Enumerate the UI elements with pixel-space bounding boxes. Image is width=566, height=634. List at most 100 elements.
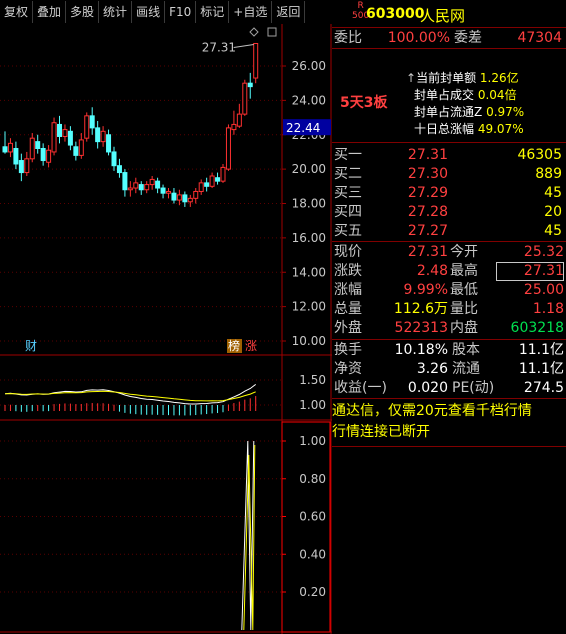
fund-label: 净资 [334,361,362,377]
osc-axis-label: 0.40 [299,547,326,561]
candle-body [29,137,35,160]
toolbar-button-1[interactable]: 叠加 [33,1,67,23]
price-axis-label: 24.00 [292,93,326,107]
candle-body [225,127,231,170]
toolbar-button-8[interactable]: 返回 [272,1,306,23]
order-book-row[interactable]: 买三 27.29 45 [332,184,566,203]
weibi-row: 委比 100.00% 委差 47304 [332,29,566,48]
kline-chart[interactable]: 26.0024.0022.0020.0018.0016.0014.0012.00… [0,24,332,634]
upgrade-notice[interactable]: 通达信，仅需20元查看千档行情 [332,401,566,422]
candle-body [51,122,57,153]
board-stat-value: 1.26亿 [479,71,519,85]
quote-row: 总量 112.6万 量比 1.18 [332,300,566,319]
fund-label: 收益(一) [334,380,387,396]
fund-value: 0.020 [407,380,448,396]
bid-level-label: 买四 [334,204,362,220]
fund-label: 流通 [452,361,480,377]
candle-body [73,146,79,156]
fund-value: 11.1亿 [518,342,564,358]
bid-volume: 45 [544,185,562,201]
candle-body [95,127,101,143]
quote-label: 涨幅 [334,282,362,298]
fund-value: 3.26 [416,361,448,377]
bid-price: 27.27 [407,223,448,239]
diamond-marker-icon [249,27,259,37]
candle-body [35,141,41,149]
order-book-row[interactable]: 买一 27.31 46305 [332,146,566,165]
osc-axis-label: 0.20 [299,585,326,599]
order-book-row[interactable]: 买四 27.28 20 [332,203,566,222]
toolbar-button-6[interactable]: 标记 [196,1,230,23]
quote-row: 现价 27.31 今开 25.32 [332,243,566,262]
window-toggle-icon [267,27,277,37]
board-stat-value: 0.04倍 [477,88,517,102]
candle-body [24,158,30,174]
toolbar: 复权 叠加 多股 统计 画线 F10 标记 +自选 返回 [0,0,331,24]
price-axis-label: 26.00 [292,59,326,73]
osc-axis-label: 0.60 [299,510,326,524]
quote-value: 603218 [510,320,564,336]
stock-code: 603000 [366,6,425,22]
candle-body [57,123,62,137]
quote-row: 涨幅 9.99% 最低 25.00 [332,281,566,300]
candle-body [127,187,133,191]
stock-header: R 500 603000 人民网 [332,0,566,30]
fundamental-row: 换手 10.18% 股本 11.1亿 [332,341,566,360]
order-book-row[interactable]: 买五 27.27 45 [332,222,566,241]
toolbar-button-7[interactable]: +自选 [229,1,273,23]
bang-tag: 榜 [228,338,240,353]
candle-body [89,115,95,129]
quote-row: 涨跌 2.48 最高 27.31 [332,262,566,281]
quote-value: 27.31 [496,262,564,281]
quote-value: 27.31 [407,244,448,260]
bid-level-label: 买一 [334,147,362,163]
fund-value: 10.18% [394,342,448,358]
fund-label: PE(动) [452,380,495,396]
candle-body [242,82,248,115]
zhang-tag: 涨 [245,338,257,353]
bid-volume: 46305 [517,147,562,163]
candle-body [215,177,221,182]
indicator-axis-label: 1.00 [299,398,326,412]
toolbar-button-4[interactable]: 画线 [132,1,166,23]
osc-axis-label: 0.80 [299,472,326,486]
candle-body [78,139,84,156]
candle-body [62,129,68,137]
price-axis-label: 16.00 [292,231,326,245]
quote-label: 最高 [450,263,478,279]
board-stat-row: 十日总涨幅 49.07% [392,121,566,138]
quote-label: 最低 [450,282,478,298]
quote-value: 25.00 [523,282,564,298]
fund-value: 11.1亿 [518,361,564,377]
price-axis-label: 18.00 [292,197,326,211]
toolbar-button-3[interactable]: 统计 [99,1,133,23]
candle-body [40,148,46,162]
order-book-row[interactable]: 买二 27.30 889 [332,165,566,184]
quote-label: 内盘 [450,320,478,336]
connection-status: 行情连接已断开 [332,424,430,440]
candle-body [253,42,259,79]
bid-volume: 20 [544,204,562,220]
board-stat-value: 0.97% [486,105,525,119]
notice-area: 通达信，仅需20元查看千档行情 行情连接已断开 [332,401,566,443]
toolbar-button-0[interactable]: 复权 [0,1,34,23]
candle-body [220,166,226,182]
quote-value: 2.48 [416,263,448,279]
candle-body [18,160,24,174]
quote-row: 外盘 522313 内盘 603218 [332,319,566,338]
quote-label: 总量 [334,301,362,317]
quote-value: 25.32 [523,244,564,260]
stock-name: 人民网 [420,7,466,25]
osc-axis-frame [281,421,331,633]
toolbar-button-2[interactable]: 多股 [66,1,100,23]
candle-body [138,184,144,191]
candle-body [133,182,139,189]
toolbar-button-5[interactable]: F10 [165,1,197,23]
osc-axis-label: 1.00 [299,434,326,448]
candle-body [2,146,8,153]
candle-body [106,134,112,153]
price-axis-label: 10.00 [292,334,326,348]
bid-price: 27.31 [407,147,448,163]
bid-volume: 889 [535,166,562,182]
quote-panel: R 500 603000 人民网 委比 100.00% 委差 47304 5天3… [332,0,566,634]
